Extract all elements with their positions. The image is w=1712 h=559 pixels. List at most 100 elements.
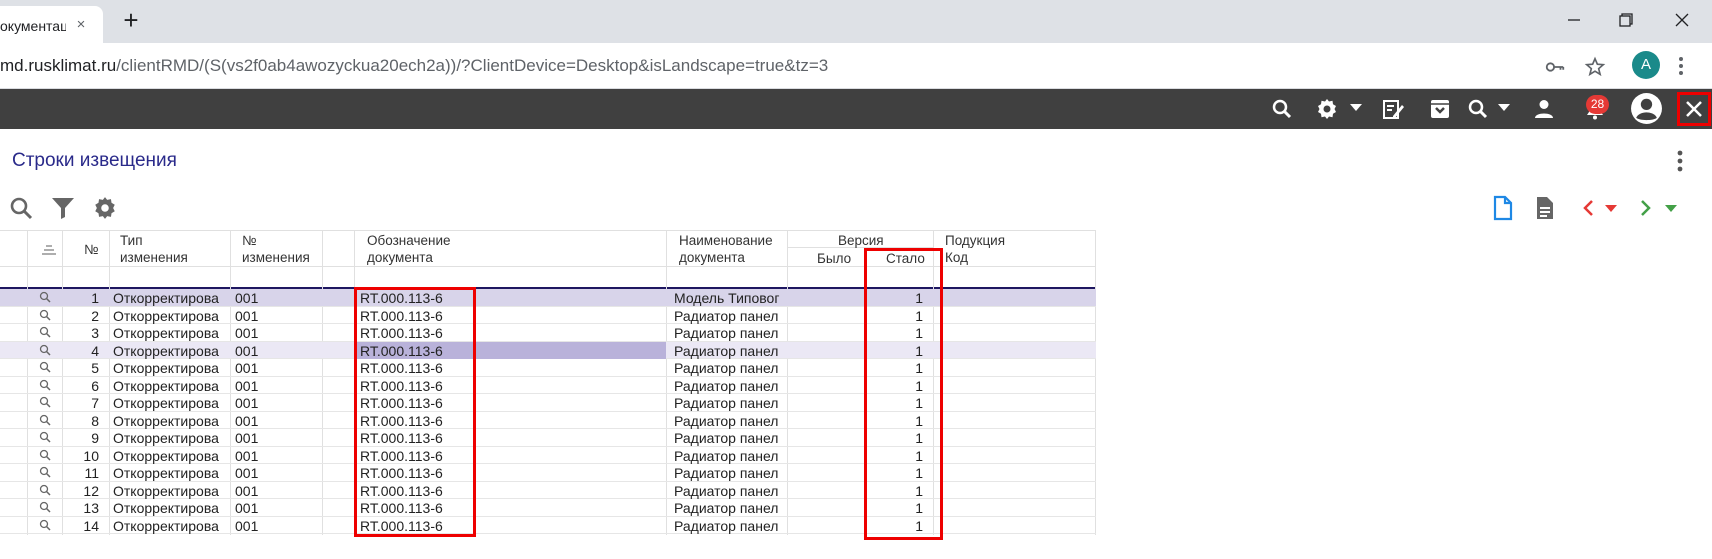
tab-close-icon[interactable]: ×	[72, 16, 90, 34]
page-title: Строки извещения	[12, 150, 177, 171]
cell-name: Радиатор панел	[674, 465, 779, 481]
header-name-line2[interactable]: документа	[679, 249, 745, 266]
cell-name: Радиатор панел	[674, 447, 779, 464]
header-version: Версия	[838, 233, 884, 248]
archive-icon[interactable]	[1428, 97, 1452, 121]
header-change-line1[interactable]: №	[242, 232, 256, 249]
search-icon[interactable]	[1270, 97, 1294, 121]
browser-tab[interactable]: окументац ×	[0, 6, 103, 43]
header-doc-line2[interactable]: документа	[367, 249, 433, 266]
magnifier-icon[interactable]	[38, 326, 54, 339]
magnifier-icon[interactable]	[38, 414, 54, 427]
cell-type: Откорректирова	[113, 342, 219, 359]
cell-name: Радиатор панел	[674, 325, 779, 341]
cell-type: Откорректирова	[113, 447, 219, 464]
magnifier-icon[interactable]	[38, 361, 54, 374]
cell-type: Откорректирова	[113, 517, 219, 534]
profile-avatar[interactable]: A	[1632, 51, 1660, 79]
person-icon[interactable]	[1532, 97, 1556, 121]
browser-menu-icon[interactable]	[1678, 56, 1684, 76]
magnifier-icon[interactable]	[38, 484, 54, 497]
search-icon[interactable]	[1466, 97, 1490, 121]
header-change-line2[interactable]: изменения	[242, 249, 310, 266]
cell-change: 001	[235, 325, 259, 341]
cell-type: Откорректирова	[113, 430, 219, 446]
cell-num: 11	[84, 465, 99, 481]
restore-icon[interactable]	[1614, 8, 1638, 32]
notifications-badge: 28	[1586, 95, 1609, 114]
cell-num: 12	[83, 482, 99, 499]
cell-num: 13	[83, 500, 99, 516]
header-type-line2[interactable]: изменения	[120, 249, 188, 266]
header-was[interactable]: Было	[817, 250, 851, 267]
close-form-button[interactable]	[1677, 92, 1711, 126]
close-icon	[1686, 101, 1702, 117]
cell-type: Откорректирова	[113, 465, 219, 481]
cell-num: 9	[91, 430, 99, 446]
cell-change: 001	[235, 395, 259, 411]
magnifier-icon[interactable]	[38, 344, 54, 357]
header-num[interactable]: №	[84, 241, 98, 258]
cell-change: 001	[235, 342, 259, 359]
star-icon[interactable]	[1584, 56, 1606, 78]
app-toolbar: 28	[0, 89, 1712, 129]
header-doc-line1[interactable]: Обозначение	[367, 232, 451, 249]
cell-num: 8	[91, 412, 99, 429]
cell-type: Откорректирова	[113, 395, 219, 411]
header-type-line1[interactable]: Тип	[120, 232, 143, 249]
magnifier-icon[interactable]	[38, 501, 54, 514]
header-product-line2[interactable]: Код	[945, 249, 968, 266]
new-tab-button[interactable]: +	[118, 7, 144, 33]
sort-icon[interactable]	[42, 245, 56, 255]
gear-icon[interactable]	[1315, 97, 1339, 121]
cell-type: Откорректирова	[113, 325, 219, 341]
cell-change: 001	[235, 412, 259, 429]
cell-name: Радиатор панел	[674, 517, 779, 534]
close-icon[interactable]	[1670, 8, 1694, 32]
cell-num: 7	[91, 395, 99, 411]
magnifier-icon[interactable]	[38, 291, 54, 304]
cell-name: Радиатор панел	[674, 430, 779, 446]
annotation-doc-highlight	[354, 287, 476, 537]
cell-type: Откорректирова	[113, 290, 219, 306]
url-text[interactable]: md.rusklimat.ru/clientRMD/(S(vs2f0ab4awo…	[0, 56, 828, 76]
magnifier-icon[interactable]	[38, 379, 54, 392]
search-caret-icon[interactable]	[1498, 104, 1510, 111]
key-icon[interactable]	[1544, 56, 1566, 78]
next-dropdown-icon[interactable]	[1658, 195, 1684, 221]
cell-change: 001	[235, 360, 259, 376]
cell-change: 001	[235, 517, 259, 534]
magnifier-icon[interactable]	[38, 396, 54, 409]
address-bar[interactable]: md.rusklimat.ru/clientRMD/(S(vs2f0ab4awo…	[0, 43, 1712, 89]
magnifier-icon[interactable]	[38, 466, 54, 479]
edit-note-icon[interactable]	[1381, 97, 1405, 121]
header-product-line1[interactable]: Подукция	[945, 232, 1005, 249]
cell-num: 14	[83, 517, 99, 534]
magnifier-icon[interactable]	[38, 431, 54, 444]
gear-caret-icon[interactable]	[1350, 104, 1362, 111]
cell-type: Откорректирова	[113, 500, 219, 516]
cell-change: 001	[235, 307, 259, 324]
prev-dropdown-icon[interactable]	[1598, 195, 1624, 221]
next-arrow-icon[interactable]	[1632, 195, 1658, 221]
filter-icon[interactable]	[50, 195, 76, 221]
magnifier-icon[interactable]	[38, 519, 54, 532]
minimize-icon[interactable]	[1562, 8, 1586, 32]
cell-name: Радиатор панел	[674, 412, 779, 429]
url-path: /clientRMD/(S(vs2f0ab4awozyckua20ech2a))…	[116, 56, 829, 75]
cell-type: Откорректирова	[113, 307, 219, 324]
magnifier-icon[interactable]	[38, 309, 54, 322]
search-icon[interactable]	[8, 195, 34, 221]
account-circle-icon[interactable]	[1630, 92, 1663, 125]
gear-icon[interactable]	[92, 195, 118, 221]
header-name-line1[interactable]: Наименование	[679, 232, 773, 249]
page-menu-icon[interactable]	[1676, 150, 1684, 172]
cell-num: 3	[91, 325, 99, 341]
new-document-icon[interactable]	[1490, 195, 1516, 221]
cell-num: 5	[91, 360, 99, 376]
document-icon[interactable]	[1532, 195, 1558, 221]
cell-change: 001	[235, 465, 259, 481]
tab-title: окументац	[0, 18, 66, 34]
magnifier-icon[interactable]	[38, 449, 54, 462]
cell-type: Откорректирова	[113, 412, 219, 429]
